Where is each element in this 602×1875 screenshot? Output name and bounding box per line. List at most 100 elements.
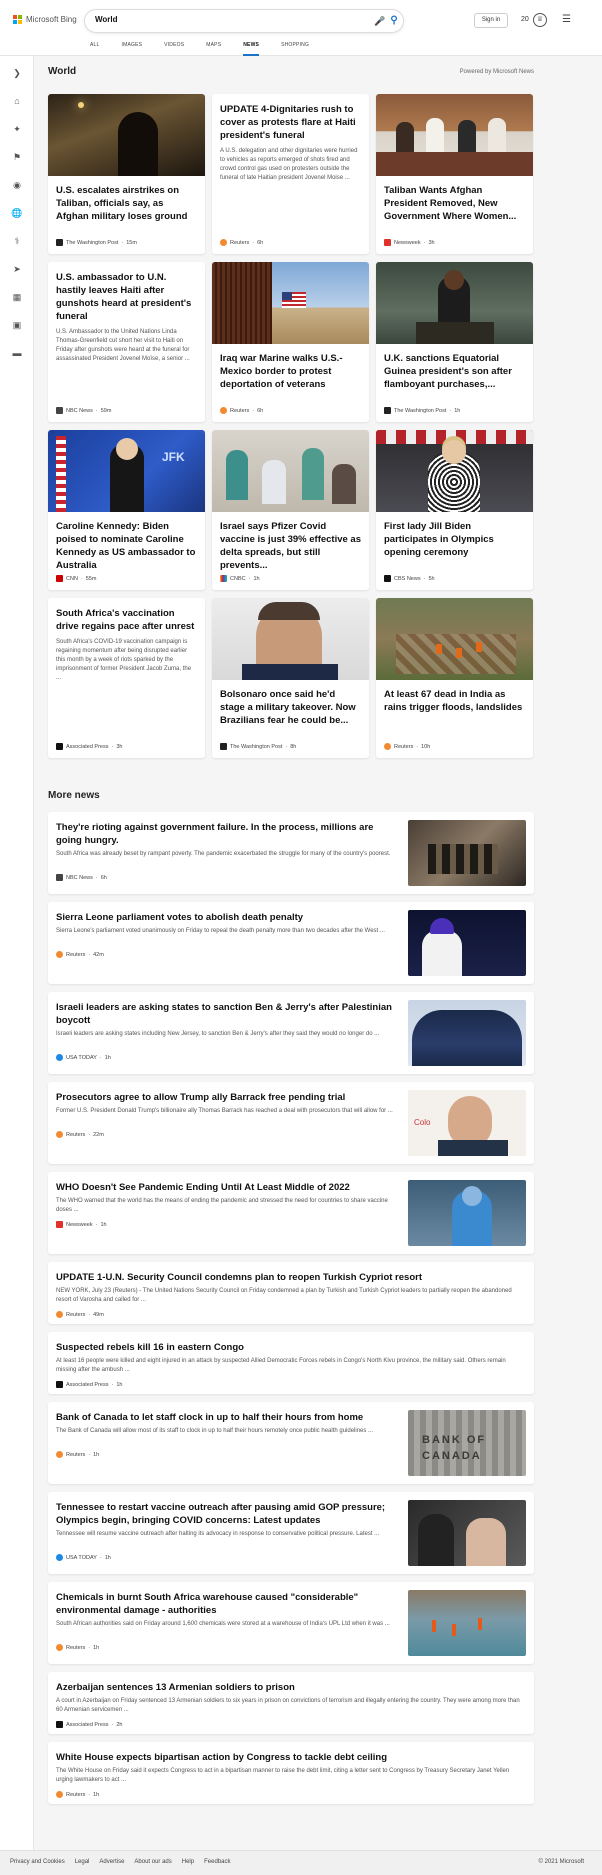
- footer-link-feedback[interactable]: Feedback: [204, 1859, 230, 1865]
- tab-images[interactable]: IMAGES: [122, 40, 143, 56]
- card-title[interactable]: Taliban Wants Afghan President Removed, …: [376, 176, 533, 223]
- item-source: Reuters · 1h: [56, 1791, 99, 1798]
- film-icon[interactable]: ▦: [10, 290, 24, 304]
- rewards-icon[interactable]: ♕: [533, 13, 547, 27]
- source-logo-icon: [56, 1221, 63, 1228]
- card-image: [376, 598, 533, 680]
- news-card[interactable]: U.S. escalates airstrikes on Taliban, of…: [48, 94, 205, 254]
- item-title[interactable]: Bank of Canada to let staff clock in up …: [56, 1411, 396, 1424]
- news-card[interactable]: First lady Jill Biden participates in Ol…: [376, 430, 533, 590]
- source-logo-icon: [384, 743, 391, 750]
- hamburger-menu-icon[interactable]: ☰: [562, 14, 571, 25]
- card-title[interactable]: Caroline Kennedy: Biden poised to nomina…: [48, 512, 205, 572]
- footer-link-privacy[interactable]: Privacy and Cookies: [10, 1859, 65, 1865]
- news-card[interactable]: U.S. ambassador to U.N. hastily leaves H…: [48, 262, 205, 422]
- card-title[interactable]: South Africa's vaccination drive regains…: [48, 598, 205, 633]
- list-item[interactable]: They're rioting against government failu…: [48, 812, 534, 894]
- news-card[interactable]: South Africa's vaccination drive regains…: [48, 598, 205, 758]
- card-image: [212, 598, 369, 680]
- card-image: [212, 430, 369, 512]
- card-title[interactable]: U.K. sanctions Equatorial Guinea preside…: [376, 344, 533, 391]
- item-title[interactable]: WHO Doesn't See Pandemic Ending Until At…: [56, 1181, 396, 1194]
- source-logo-icon: [56, 1791, 63, 1798]
- rocket-icon[interactable]: ➤: [10, 262, 24, 276]
- news-card[interactable]: At least 67 dead in India as rains trigg…: [376, 598, 533, 758]
- item-title[interactable]: Sierra Leone parliament votes to abolish…: [56, 911, 396, 924]
- card-icon[interactable]: ▬: [10, 346, 24, 360]
- list-item[interactable]: Sierra Leone parliament votes to abolish…: [48, 902, 534, 984]
- bing-logo[interactable]: Microsoft Bing: [13, 15, 77, 24]
- footer-link-advertise[interactable]: Advertise: [99, 1859, 124, 1865]
- item-title[interactable]: UPDATE 1-U.N. Security Council condemns …: [56, 1271, 522, 1284]
- card-title[interactable]: U.S. escalates airstrikes on Taliban, of…: [48, 176, 205, 223]
- item-title[interactable]: They're rioting against government failu…: [56, 821, 396, 847]
- sign-in-button[interactable]: Sign in: [474, 13, 508, 28]
- search-icon[interactable]: ⚲: [387, 14, 401, 28]
- list-item[interactable]: Prosecutors agree to allow Trump ally Ba…: [48, 1082, 534, 1164]
- list-item[interactable]: Israeli leaders are asking states to san…: [48, 992, 534, 1074]
- footer-link-help[interactable]: Help: [182, 1859, 194, 1865]
- item-title[interactable]: Prosecutors agree to allow Trump ally Ba…: [56, 1091, 396, 1104]
- list-item[interactable]: UPDATE 1-U.N. Security Council condemns …: [48, 1262, 534, 1324]
- microphone-icon[interactable]: 🎤: [373, 14, 387, 28]
- card-title[interactable]: Israel says Pfizer Covid vaccine is just…: [212, 512, 369, 572]
- card-source: NBC News · 59m: [56, 407, 111, 414]
- card-title[interactable]: U.S. ambassador to U.N. hastily leaves H…: [48, 262, 205, 323]
- item-title[interactable]: White House expects bipartisan action by…: [56, 1751, 522, 1764]
- item-title[interactable]: Israeli leaders are asking states to san…: [56, 1001, 396, 1027]
- card-title[interactable]: At least 67 dead in India as rains trigg…: [376, 680, 533, 714]
- list-item[interactable]: Azerbaijan sentences 13 Armenian soldier…: [48, 1672, 534, 1734]
- search-box[interactable]: World 🎤 ⚲: [85, 10, 403, 32]
- sparkle-icon[interactable]: ✦: [10, 122, 24, 136]
- footer-link-about-ads[interactable]: About our ads: [134, 1859, 171, 1865]
- list-item[interactable]: Tennessee to restart vaccine outreach af…: [48, 1492, 534, 1574]
- source-logo-icon: [220, 575, 227, 582]
- category-sidebar: ❯ ⌂ ✦ ⚑ ◉ 🌐 ⚕ ➤ ▦ ▣ ▬: [0, 56, 34, 1875]
- item-snippet: Former U.S. President Donald Trump's bil…: [56, 1108, 393, 1114]
- item-title[interactable]: Suspected rebels kill 16 in eastern Cong…: [56, 1341, 522, 1354]
- tab-shopping[interactable]: SHOPPING: [281, 40, 309, 56]
- item-title[interactable]: Azerbaijan sentences 13 Armenian soldier…: [56, 1681, 522, 1694]
- news-card[interactable]: Iraq war Marine walks U.S.-Mexico border…: [212, 262, 369, 422]
- news-card[interactable]: JFK Caroline Kennedy: Biden poised to no…: [48, 430, 205, 590]
- source-logo-icon: [56, 1381, 63, 1388]
- item-title[interactable]: Tennessee to restart vaccine outreach af…: [56, 1501, 396, 1527]
- item-thumbnail: [408, 1000, 526, 1066]
- card-source: The Washington Post · 15m: [56, 239, 137, 246]
- tab-videos[interactable]: VIDEOS: [164, 40, 184, 56]
- list-item[interactable]: Chemicals in burnt South Africa warehous…: [48, 1582, 534, 1664]
- news-card[interactable]: U.K. sanctions Equatorial Guinea preside…: [376, 262, 533, 422]
- rewards-points[interactable]: 20: [521, 16, 529, 23]
- list-item[interactable]: Suspected rebels kill 16 in eastern Cong…: [48, 1332, 534, 1394]
- list-item[interactable]: White House expects bipartisan action by…: [48, 1742, 534, 1804]
- card-title[interactable]: UPDATE 4-Dignitaries rush to cover as pr…: [212, 94, 369, 142]
- microscope-icon[interactable]: ⚕: [10, 234, 24, 248]
- card-title[interactable]: Bolsonaro once said he'd stage a militar…: [212, 680, 369, 727]
- card-title[interactable]: Iraq war Marine walks U.S.-Mexico border…: [212, 344, 369, 391]
- chevron-right-icon[interactable]: ❯: [10, 66, 24, 80]
- card-title[interactable]: First lady Jill Biden participates in Ol…: [376, 512, 533, 559]
- footer-link-legal[interactable]: Legal: [75, 1859, 90, 1865]
- news-card[interactable]: Israel says Pfizer Covid vaccine is just…: [212, 430, 369, 590]
- item-source: Reuters · 1h: [56, 1644, 99, 1651]
- search-scope-tabs: ALL IMAGES VIDEOS MAPS NEWS SHOPPING: [90, 40, 331, 56]
- list-item[interactable]: Bank of Canada to let staff clock in up …: [48, 1402, 534, 1484]
- tab-news[interactable]: NEWS: [243, 40, 260, 56]
- item-source: USA TODAY · 1h: [56, 1554, 111, 1561]
- news-card[interactable]: Bolsonaro once said he'd stage a militar…: [212, 598, 369, 758]
- home-icon[interactable]: ⌂: [10, 94, 24, 108]
- card-source: Reuters · 10h: [384, 743, 430, 750]
- news-card[interactable]: UPDATE 4-Dignitaries rush to cover as pr…: [212, 94, 369, 254]
- location-pin-icon[interactable]: ◉: [10, 178, 24, 192]
- item-title[interactable]: Chemicals in burnt South Africa warehous…: [56, 1591, 396, 1617]
- list-item[interactable]: WHO Doesn't See Pandemic Ending Until At…: [48, 1172, 534, 1254]
- tab-maps[interactable]: MAPS: [206, 40, 221, 56]
- tab-all[interactable]: ALL: [90, 40, 100, 56]
- powered-by[interactable]: Powered by Microsoft News: [460, 69, 534, 75]
- news-card[interactable]: Taliban Wants Afghan President Removed, …: [376, 94, 533, 254]
- search-input[interactable]: World: [95, 15, 118, 24]
- briefcase-icon[interactable]: ▣: [10, 318, 24, 332]
- globe-icon[interactable]: 🌐: [10, 206, 24, 220]
- flag-icon[interactable]: ⚑: [10, 150, 24, 164]
- card-source: Reuters · 6h: [220, 407, 263, 414]
